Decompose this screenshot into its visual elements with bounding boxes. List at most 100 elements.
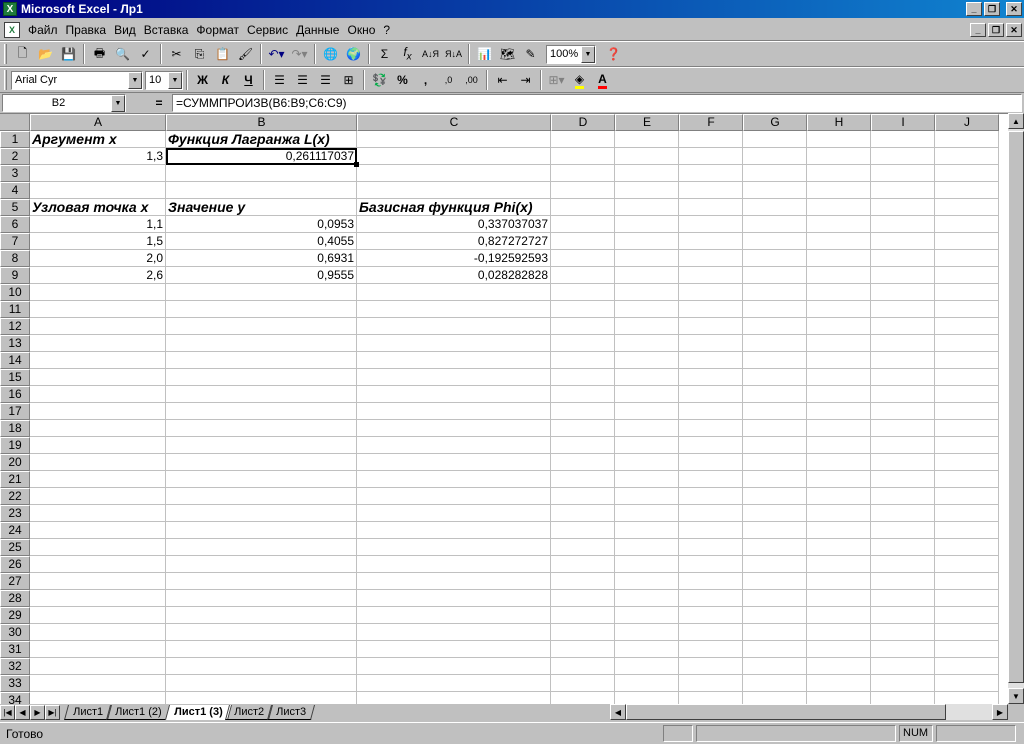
cell-h13[interactable]: [807, 335, 871, 352]
close-button[interactable]: ✕: [1006, 2, 1022, 16]
cell-a34[interactable]: [30, 692, 166, 704]
row-header[interactable]: 12: [0, 318, 30, 335]
cell-e20[interactable]: [615, 454, 679, 471]
cell-h19[interactable]: [807, 437, 871, 454]
excel-icon[interactable]: X: [3, 2, 17, 16]
cell-d23[interactable]: [551, 505, 615, 522]
cell-g15[interactable]: [743, 369, 807, 386]
cell-i22[interactable]: [871, 488, 935, 505]
cell-e27[interactable]: [615, 573, 679, 590]
cell-b30[interactable]: [166, 624, 357, 641]
cell-f30[interactable]: [679, 624, 743, 641]
cell-g32[interactable]: [743, 658, 807, 675]
cell-a4[interactable]: [30, 182, 166, 199]
workbook-restore-button[interactable]: ❐: [988, 23, 1004, 37]
cell-h6[interactable]: [807, 216, 871, 233]
cell-h12[interactable]: [807, 318, 871, 335]
sheet-tab-1-3[interactable]: Лист1 (3): [164, 704, 232, 720]
cell-a21[interactable]: [30, 471, 166, 488]
row-header[interactable]: 25: [0, 539, 30, 556]
cell-c32[interactable]: [357, 658, 551, 675]
cell-b13[interactable]: [166, 335, 357, 352]
row-header[interactable]: 7: [0, 233, 30, 250]
cell-b8[interactable]: 0,6931: [166, 250, 357, 267]
cell-h17[interactable]: [807, 403, 871, 420]
cell-j3[interactable]: [935, 165, 999, 182]
cell-i11[interactable]: [871, 301, 935, 318]
cell-g6[interactable]: [743, 216, 807, 233]
row-header[interactable]: 4: [0, 182, 30, 199]
toolbar-grip[interactable]: [4, 44, 7, 64]
cell-d16[interactable]: [551, 386, 615, 403]
cell-h25[interactable]: [807, 539, 871, 556]
cell-f22[interactable]: [679, 488, 743, 505]
cell-b24[interactable]: [166, 522, 357, 539]
chevron-down-icon[interactable]: ▼: [111, 95, 125, 112]
cell-h10[interactable]: [807, 284, 871, 301]
cell-h11[interactable]: [807, 301, 871, 318]
cell-f14[interactable]: [679, 352, 743, 369]
cell-e29[interactable]: [615, 607, 679, 624]
cell-f10[interactable]: [679, 284, 743, 301]
cell-i18[interactable]: [871, 420, 935, 437]
select-all-corner[interactable]: [0, 114, 30, 131]
cell-c27[interactable]: [357, 573, 551, 590]
cell-f21[interactable]: [679, 471, 743, 488]
row-header[interactable]: 20: [0, 454, 30, 471]
chevron-down-icon[interactable]: ▼: [168, 71, 182, 89]
cell-i3[interactable]: [871, 165, 935, 182]
cell-d14[interactable]: [551, 352, 615, 369]
cell-g4[interactable]: [743, 182, 807, 199]
cell-j12[interactable]: [935, 318, 999, 335]
cell-h18[interactable]: [807, 420, 871, 437]
cell-c10[interactable]: [357, 284, 551, 301]
cell-a13[interactable]: [30, 335, 166, 352]
cell-c12[interactable]: [357, 318, 551, 335]
menu-insert[interactable]: Вставка: [140, 23, 193, 37]
cell-f31[interactable]: [679, 641, 743, 658]
cell-d31[interactable]: [551, 641, 615, 658]
cell-c30[interactable]: [357, 624, 551, 641]
cell-h8[interactable]: [807, 250, 871, 267]
cell-f18[interactable]: [679, 420, 743, 437]
cell-e25[interactable]: [615, 539, 679, 556]
cell-j15[interactable]: [935, 369, 999, 386]
percent-button[interactable]: %: [391, 69, 414, 91]
cell-f1[interactable]: [679, 131, 743, 148]
cell-a33[interactable]: [30, 675, 166, 692]
cell-b27[interactable]: [166, 573, 357, 590]
cell-d6[interactable]: [551, 216, 615, 233]
cell-c31[interactable]: [357, 641, 551, 658]
cell-d34[interactable]: [551, 692, 615, 704]
cell-i31[interactable]: [871, 641, 935, 658]
cell-c16[interactable]: [357, 386, 551, 403]
cell-a25[interactable]: [30, 539, 166, 556]
cell-j7[interactable]: [935, 233, 999, 250]
cell-c26[interactable]: [357, 556, 551, 573]
cell-a7[interactable]: 1,5: [30, 233, 166, 250]
cell-e33[interactable]: [615, 675, 679, 692]
cell-f33[interactable]: [679, 675, 743, 692]
cell-b12[interactable]: [166, 318, 357, 335]
cell-f17[interactable]: [679, 403, 743, 420]
cell-e19[interactable]: [615, 437, 679, 454]
cell-i29[interactable]: [871, 607, 935, 624]
toolbar-grip[interactable]: [4, 70, 7, 90]
sheet-tab-1[interactable]: Лист1: [63, 704, 113, 720]
cell-i7[interactable]: [871, 233, 935, 250]
spelling-button[interactable]: ✓: [134, 43, 157, 65]
menu-edit[interactable]: Правка: [62, 23, 111, 37]
cell-d17[interactable]: [551, 403, 615, 420]
cell-h15[interactable]: [807, 369, 871, 386]
save-button[interactable]: 💾: [57, 43, 80, 65]
cell-j33[interactable]: [935, 675, 999, 692]
cell-c21[interactable]: [357, 471, 551, 488]
cell-c11[interactable]: [357, 301, 551, 318]
redo-button[interactable]: ↷▾: [288, 43, 311, 65]
cell-g29[interactable]: [743, 607, 807, 624]
cell-e10[interactable]: [615, 284, 679, 301]
cell-b14[interactable]: [166, 352, 357, 369]
cell-d11[interactable]: [551, 301, 615, 318]
zoom-select[interactable]: 100% ▼: [546, 44, 596, 64]
cell-c22[interactable]: [357, 488, 551, 505]
